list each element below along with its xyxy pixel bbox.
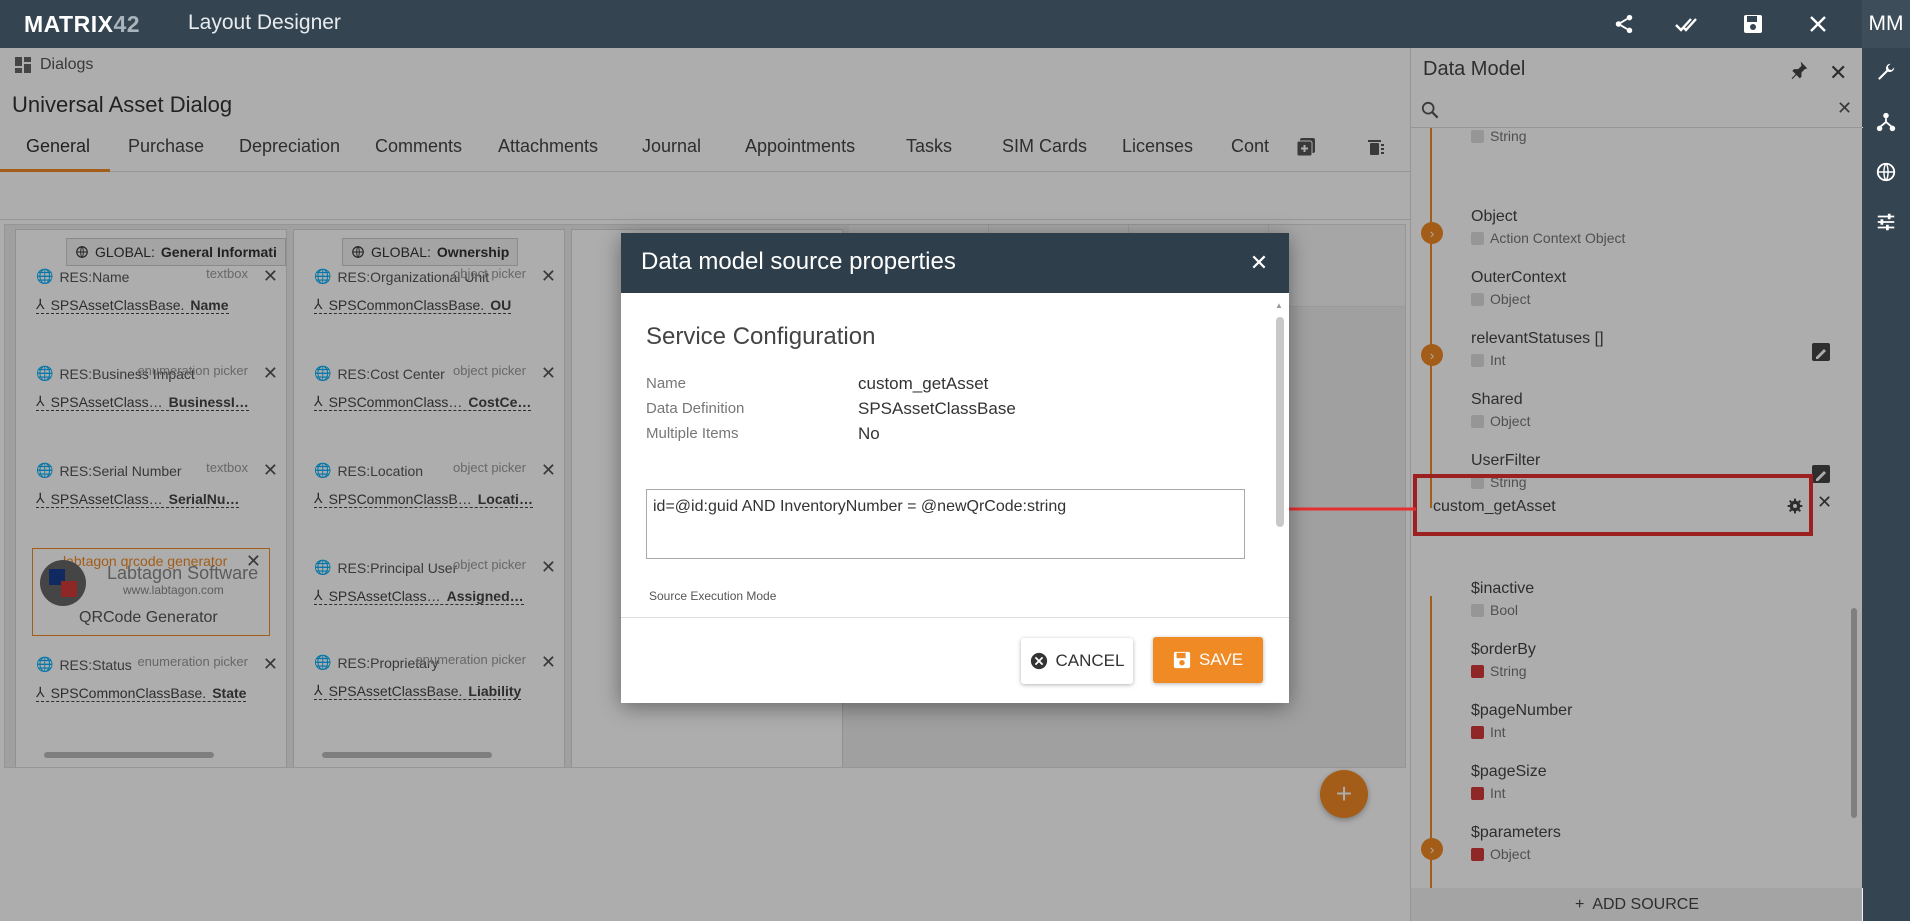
prop-value-multiple-items: No	[858, 424, 880, 443]
globe-icon[interactable]	[1872, 158, 1900, 186]
app-logo: MATRIX42	[24, 11, 141, 37]
wrench-icon[interactable]	[1872, 58, 1900, 86]
source-execution-mode-label: Source Execution Mode	[649, 589, 777, 603]
close-icon[interactable]	[1804, 10, 1832, 38]
prop-label-data-definition: Data Definition	[646, 400, 745, 417]
share-icon[interactable]	[1610, 10, 1638, 38]
top-bar: MATRIX42 Layout Designer MM	[0, 0, 1910, 48]
dialog-title: Data model source properties	[641, 248, 956, 275]
prop-label-multiple-items: Multiple Items	[646, 425, 739, 442]
right-rail	[1862, 48, 1910, 921]
app-title: Layout Designer	[188, 11, 341, 34]
data-model-icon[interactable]	[1872, 108, 1900, 136]
prop-value-name: custom_getAsset	[858, 374, 989, 393]
save-icon	[1173, 651, 1191, 669]
save-button[interactable]: SAVE	[1153, 637, 1263, 683]
dialog-scrollbar[interactable]: ▲	[1273, 301, 1285, 619]
save-icon[interactable]	[1739, 10, 1767, 38]
user-avatar[interactable]: MM	[1862, 0, 1910, 48]
cancel-button[interactable]: CANCEL	[1021, 638, 1133, 684]
save-label: SAVE	[1198, 650, 1244, 669]
dialog-body: Service Configuration Name custom_getAss…	[621, 293, 1289, 618]
filter-expression-input[interactable]: id=@id:guid AND InventoryNumber = @newQr…	[646, 489, 1245, 559]
prop-value-data-definition: SPSAssetClassBase	[858, 399, 1016, 418]
prop-label-name: Name	[646, 375, 687, 392]
sliders-icon[interactable]	[1872, 208, 1900, 236]
double-check-icon[interactable]	[1674, 10, 1702, 38]
cancel-icon	[1030, 652, 1047, 670]
close-dialog-icon[interactable]: ✕	[1245, 249, 1273, 277]
section-title: Service Configuration	[646, 323, 876, 350]
cancel-label: CANCEL	[1055, 651, 1125, 670]
data-model-source-properties-dialog: Data model source properties ✕ Service C…	[621, 233, 1289, 703]
dialog-header: Data model source properties ✕	[621, 233, 1289, 293]
